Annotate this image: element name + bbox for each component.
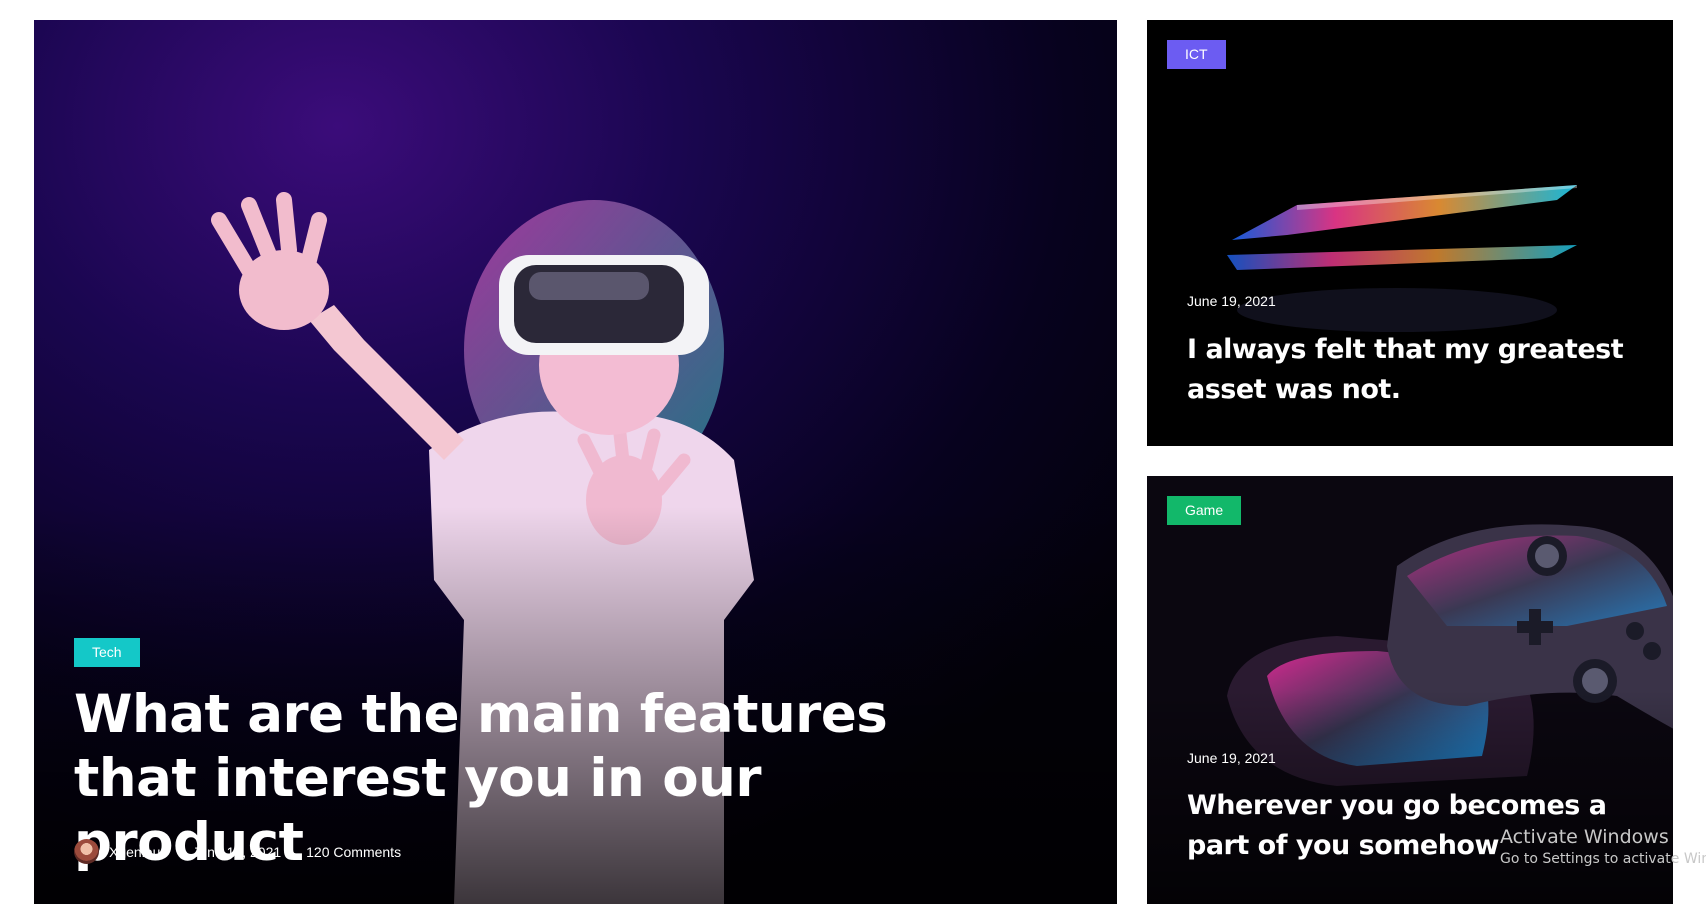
category-badge[interactable]: Game [1167, 496, 1242, 525]
comments-count[interactable]: 120 Comments [306, 844, 401, 860]
featured-post-card[interactable]: Tech What are the main features that int… [34, 20, 1117, 904]
post-date: June 19, 2021 [192, 843, 282, 860]
post-meta: Xgenious June 19, 2021 120 Comments [74, 839, 426, 864]
side-post-title[interactable]: I always felt that my greatest asset was… [1187, 330, 1627, 410]
activate-windows-watermark: Activate Windows Go to Settings to activ… [1500, 826, 1706, 867]
category-badge[interactable]: Tech [74, 638, 140, 667]
author-avatar [74, 839, 99, 864]
watermark-line1: Activate Windows [1500, 826, 1669, 848]
side-post-card[interactable]: ICT June 19, 2021 I always felt that my … [1147, 20, 1673, 446]
watermark-line2: Go to Settings to activate Windows. [1500, 851, 1706, 867]
post-date: June 19, 2021 [1187, 750, 1276, 766]
category-badge[interactable]: ICT [1167, 40, 1226, 69]
post-date: June 19, 2021 [1187, 293, 1276, 309]
author-name[interactable]: Xgenious [109, 844, 167, 860]
